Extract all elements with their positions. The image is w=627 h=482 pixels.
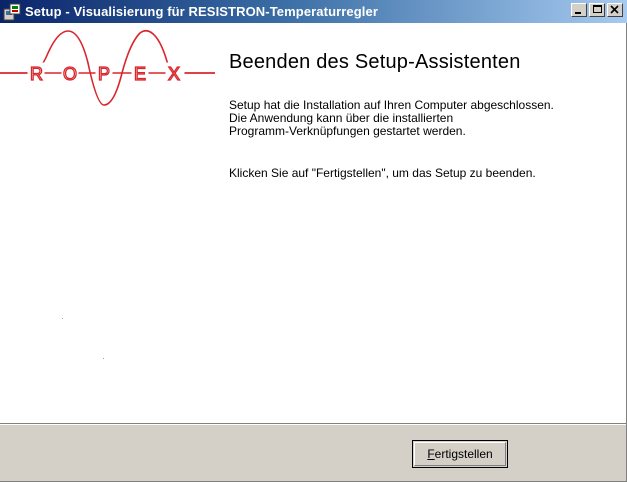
finish-button-label-rest: ertigstellen [434,447,493,461]
footer-panel [0,425,626,481]
finish-instruction: Klicken Sie auf "Fertigstellen", um das … [229,166,536,180]
logo-letter-p: P [98,64,110,84]
logo-letter-r: R [30,64,43,84]
logo-letter-o: O [63,64,77,84]
page-heading: Beenden des Setup-Assistenten [229,51,521,73]
logo-letter-x: X [168,64,180,84]
setup-window: Setup - Visualisierung für RESISTRON-Tem… [0,0,627,482]
stray-pixel [62,318,63,319]
ropex-logo: R O P E X [0,23,215,133]
stray-pixel [103,358,104,359]
title-buttons [569,3,623,17]
finish-button[interactable]: Fertigstellen [412,440,508,468]
minimize-button[interactable] [571,3,587,17]
title-bar[interactable]: Setup - Visualisierung für RESISTRON-Tem… [0,0,627,23]
maximize-button[interactable] [589,3,605,17]
completion-line: Programm-Verknüpfungen gestartet werden. [229,124,466,138]
setup-app-icon[interactable] [3,3,21,21]
completion-message: Setup hat die Installation auf Ihren Com… [229,99,619,138]
finish-button-label: Fertigstellen [427,447,492,461]
window-title: Setup - Visualisierung für RESISTRON-Tem… [25,4,378,19]
finish-button-mnemonic: F [427,447,435,461]
logo-letter-e: E [134,64,146,84]
close-button[interactable] [607,3,623,17]
